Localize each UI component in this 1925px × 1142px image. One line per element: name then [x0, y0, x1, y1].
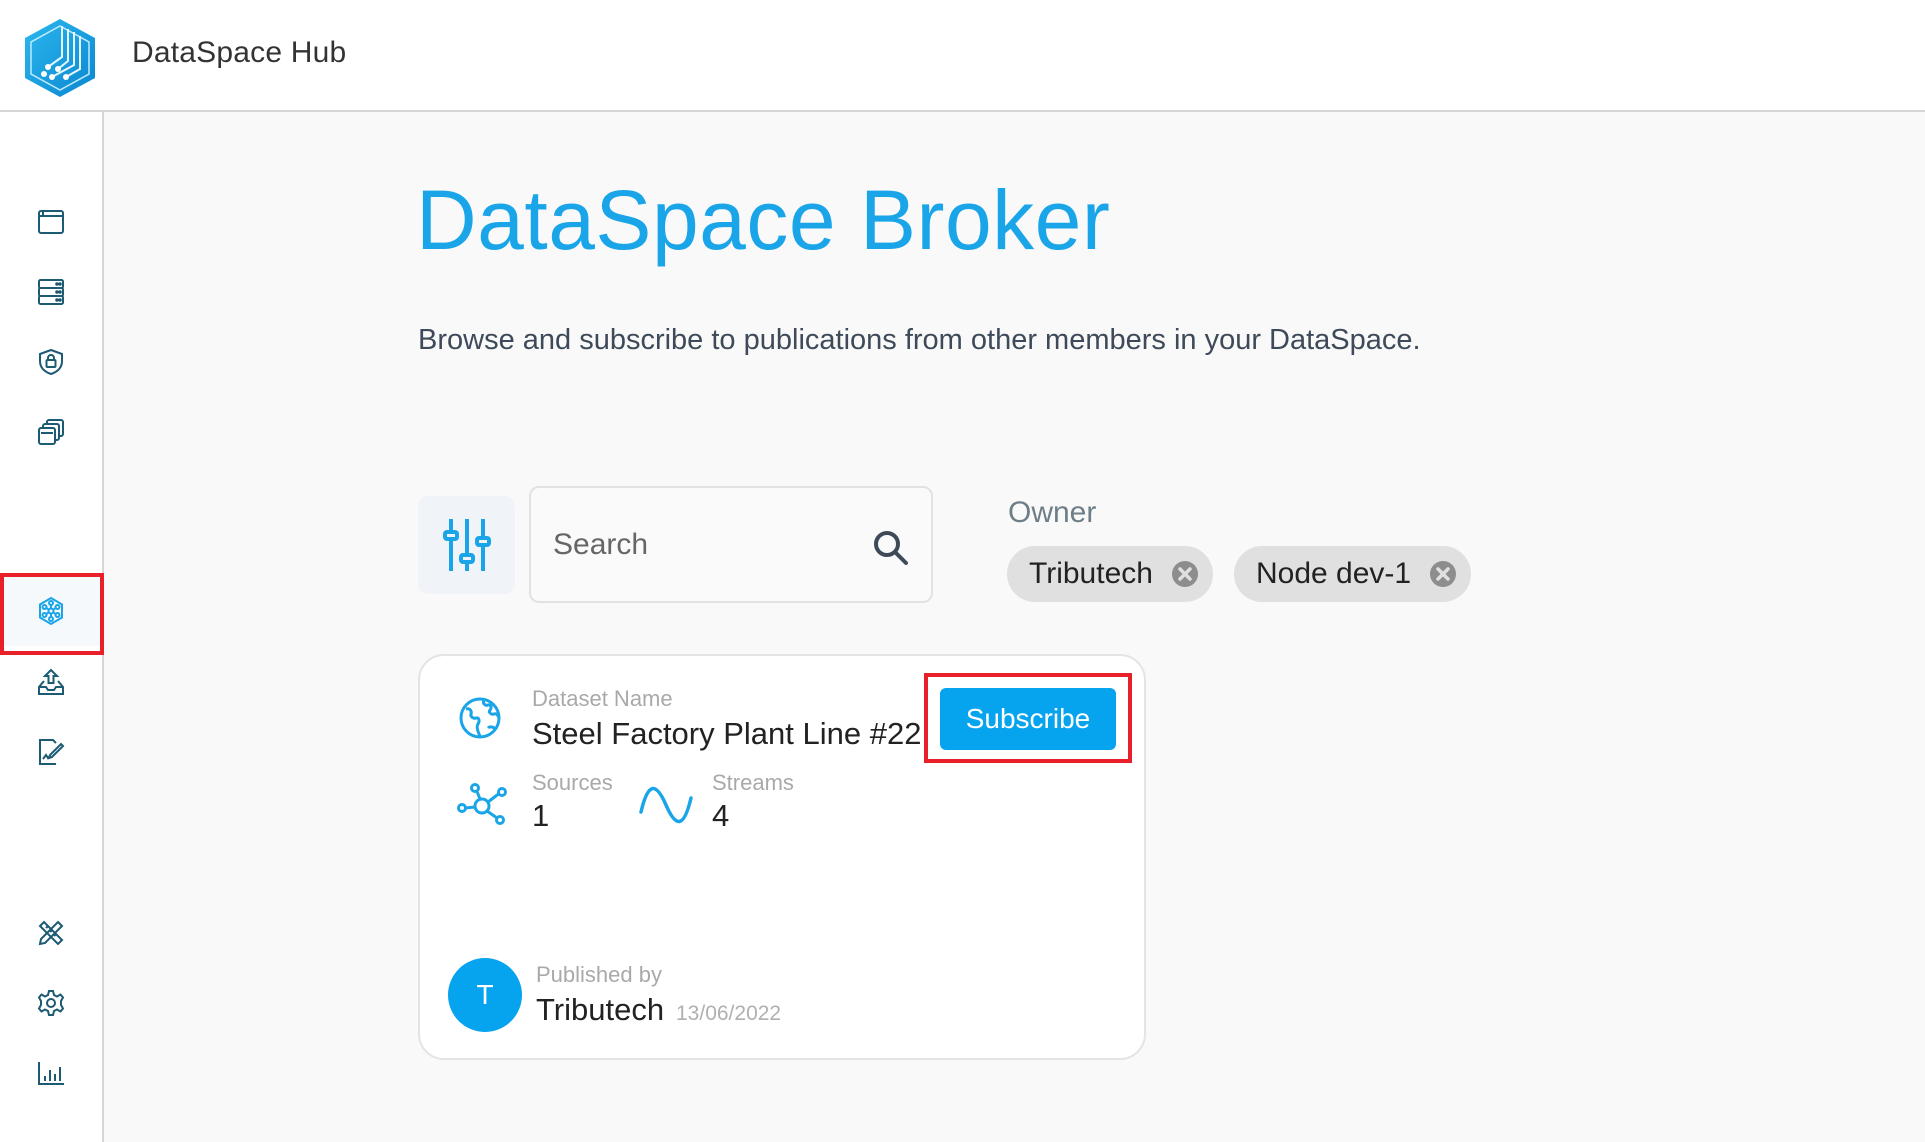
remove-chip-icon[interactable]	[1171, 560, 1199, 588]
sidebar-item-tools[interactable]	[0, 898, 102, 968]
remove-chip-icon[interactable]	[1429, 560, 1457, 588]
publisher-name: Tributech	[536, 992, 665, 1027]
app-title: DataSpace Hub	[132, 36, 347, 69]
sources-value: 1	[532, 798, 550, 833]
search-icon[interactable]	[871, 528, 911, 568]
sidebar-item-dashboard[interactable]	[0, 187, 102, 257]
sidebar-item-contracts[interactable]	[0, 717, 102, 787]
sidebar-nav	[0, 112, 104, 1142]
dataspace-logo-icon[interactable]	[22, 17, 98, 99]
globe-icon	[459, 697, 501, 739]
publisher-avatar: T	[448, 958, 522, 1032]
owner-chip-tributech[interactable]: Tributech	[1007, 546, 1213, 602]
upload-tray-icon	[38, 668, 64, 695]
dataset-name-label: Dataset Name	[532, 686, 673, 711]
owner-filter-label: Owner	[1008, 496, 1097, 529]
page-title: DataSpace Broker	[416, 173, 1111, 267]
streams-value: 4	[712, 798, 730, 833]
bar-chart-icon	[38, 1062, 64, 1085]
sidebar-item-settings[interactable]	[0, 968, 102, 1038]
dataset-name: Steel Factory Plant Line #22	[532, 716, 922, 751]
gear-icon	[37, 990, 65, 1016]
pencil-ruler-icon	[38, 920, 64, 946]
signed-document-icon	[39, 739, 65, 765]
sidebar-item-security[interactable]	[0, 327, 102, 397]
sidebar-item-nodes[interactable]	[0, 257, 102, 327]
dataset-card[interactable]: Dataset Name Steel Factory Plant Line #2…	[418, 654, 1146, 1060]
top-header: DataSpace Hub	[0, 0, 1925, 112]
sidebar-item-analytics[interactable]	[0, 1038, 102, 1108]
server-stack-icon	[38, 279, 64, 305]
browser-window-icon	[38, 210, 64, 234]
published-date: 13/06/2022	[676, 1002, 782, 1025]
filter-toggle-button[interactable]	[418, 496, 515, 594]
sidebar-item-twins[interactable]	[0, 397, 102, 467]
search-input[interactable]	[553, 522, 853, 568]
subscribe-button[interactable]: Subscribe	[940, 688, 1116, 750]
shield-lock-icon	[39, 348, 63, 376]
page-subtitle: Browse and subscribe to publications fro…	[418, 324, 1421, 356]
search-box	[529, 486, 933, 603]
stacked-windows-icon	[38, 419, 64, 445]
streams-label: Streams	[712, 770, 794, 795]
sidebar-item-broker[interactable]	[0, 576, 102, 646]
sliders-icon	[442, 519, 491, 571]
sources-label: Sources	[532, 770, 613, 795]
sources-network-icon	[457, 783, 507, 825]
published-by-label: Published by	[536, 962, 662, 987]
stream-wave-icon	[639, 786, 693, 824]
chip-label: Node dev-1	[1256, 557, 1412, 590]
network-hexagon-icon	[39, 596, 63, 626]
chip-label: Tributech	[1029, 557, 1153, 590]
sidebar-item-publish[interactable]	[0, 647, 102, 717]
owner-chip-node-dev-1[interactable]: Node dev-1	[1234, 546, 1472, 602]
